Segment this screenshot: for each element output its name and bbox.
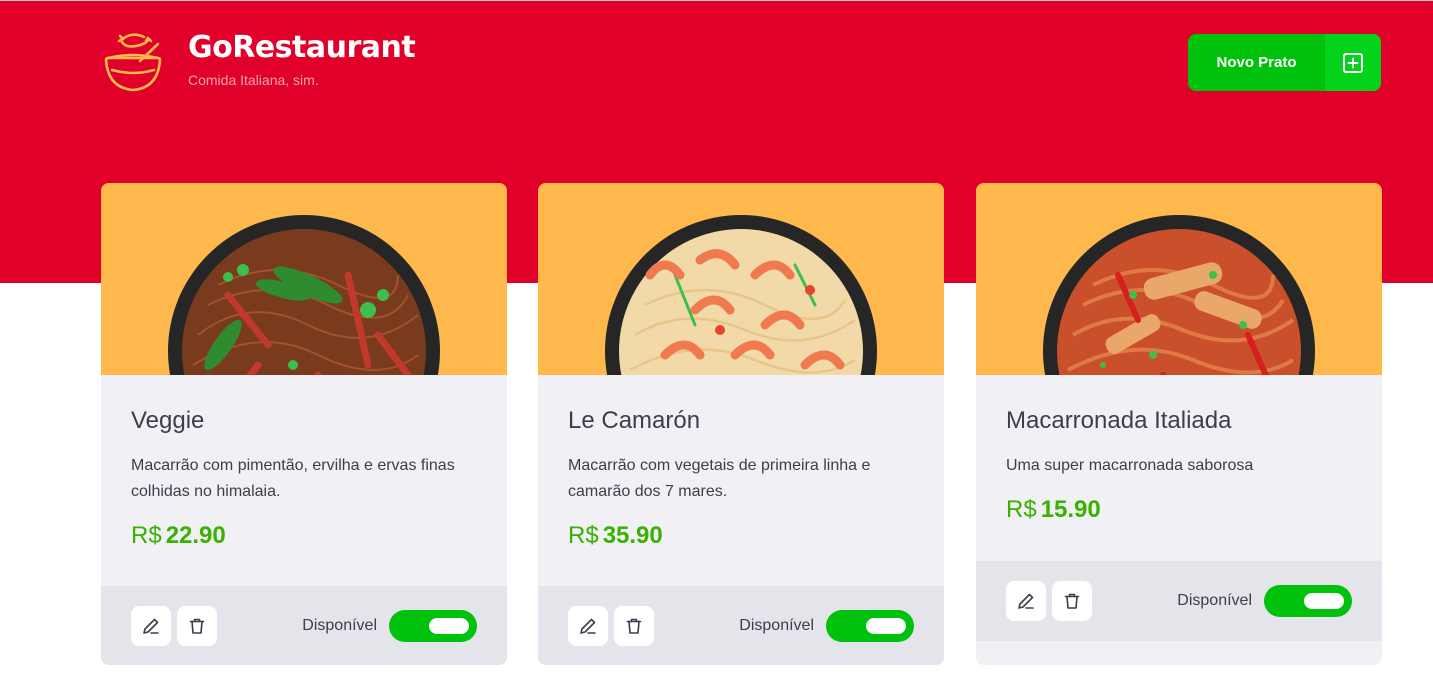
price-currency: R$ (568, 522, 599, 549)
app-subtitle: Comida Italiana, sim. (188, 72, 319, 88)
dish-price: R$ 22.90 (131, 521, 477, 551)
availability: Disponível (302, 610, 477, 642)
availability-label: Disponível (1177, 592, 1252, 609)
dish-card-footer: Disponível (976, 561, 1382, 641)
availability: Disponível (739, 610, 914, 642)
availability-label: Disponível (302, 617, 377, 634)
dish-photo-veggie (168, 215, 440, 375)
dish-photo-le-camaron (605, 215, 877, 375)
delete-button[interactable] (1052, 581, 1092, 621)
price-value: 35.90 (602, 522, 663, 549)
dish-image (538, 183, 944, 375)
dish-description: Macarrão com vegetais de primeira linha … (568, 457, 871, 500)
availability-toggle[interactable] (826, 610, 914, 642)
dish-card: Le Camarón Macarrão com vegetais de prim… (538, 183, 944, 665)
availability-toggle[interactable] (389, 610, 477, 642)
price-currency: R$ (1006, 496, 1037, 523)
pencil-icon (143, 618, 159, 634)
availability-toggle[interactable] (1264, 585, 1352, 617)
dish-price: R$ 15.90 (1006, 495, 1352, 525)
app-title: GoRestaurant (188, 30, 416, 65)
dish-image (101, 183, 507, 375)
dish-card: Veggie Macarrão com pimentão, ervilha e … (101, 183, 507, 665)
dish-title: Macarronada Italiada (1006, 407, 1232, 434)
dish-description: Uma super macarronada saborosa (1006, 457, 1254, 474)
new-dish-button[interactable]: Novo Prato (1188, 34, 1381, 91)
edit-button[interactable] (568, 606, 608, 646)
toggle-knob (429, 618, 469, 634)
delete-button[interactable] (177, 606, 217, 646)
pencil-icon (580, 618, 596, 634)
dish-price: R$ 35.90 (568, 521, 914, 551)
brand: GoRestaurant Comida Italiana, sim. (100, 30, 416, 94)
pencil-icon (1018, 593, 1034, 609)
plus-square-icon (1325, 34, 1381, 91)
dish-description: Macarrão com pimentão, ervilha e ervas f… (131, 457, 455, 500)
edit-button[interactable] (1006, 581, 1046, 621)
price-value: 15.90 (1040, 496, 1101, 523)
new-dish-label: Novo Prato (1216, 54, 1297, 71)
dish-photo-macarronada (1043, 215, 1315, 375)
dish-title: Veggie (131, 407, 205, 434)
dish-card: Macarronada Italiada Uma super macarrona… (976, 183, 1382, 665)
price-currency: R$ (131, 522, 162, 549)
bowl-icon (104, 33, 162, 92)
toggle-knob (866, 618, 906, 634)
trash-icon (189, 618, 205, 634)
availability: Disponível (1177, 585, 1352, 617)
toggle-knob (1304, 593, 1344, 609)
delete-button[interactable] (614, 606, 654, 646)
trash-icon (626, 618, 642, 634)
dish-title: Le Camarón (568, 407, 701, 434)
trash-icon (1064, 593, 1080, 609)
dish-card-footer: Disponível (101, 586, 507, 665)
price-value: 22.90 (165, 522, 226, 549)
edit-button[interactable] (131, 606, 171, 646)
dish-image (976, 183, 1382, 375)
availability-label: Disponível (739, 617, 814, 634)
dish-card-footer: Disponível (538, 586, 944, 665)
